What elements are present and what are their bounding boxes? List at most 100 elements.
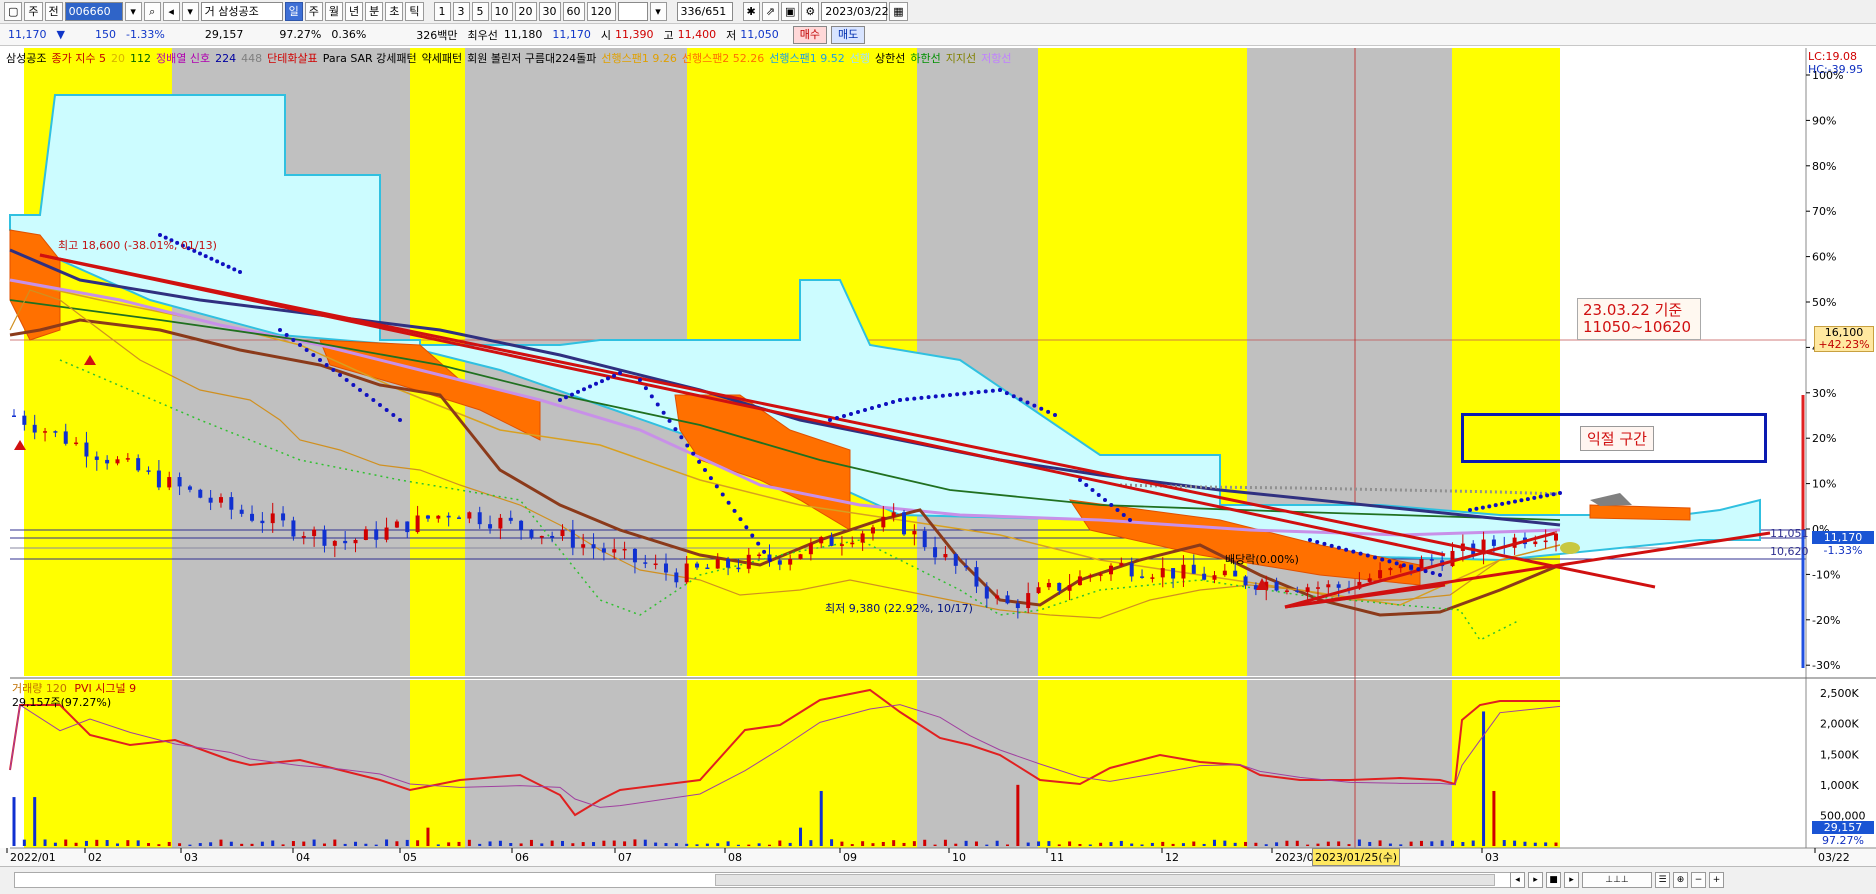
- vol-band: [917, 680, 1038, 848]
- scrollbar-thumb[interactable]: [715, 874, 1495, 886]
- candle-body: [1057, 582, 1062, 591]
- stop-icon[interactable]: ■: [1546, 872, 1561, 888]
- play-icon[interactable]: ▸: [1528, 872, 1543, 888]
- volume-bar: [64, 839, 68, 846]
- volume-bar: [1347, 844, 1351, 846]
- legend-item[interactable]: 저항선: [981, 52, 1011, 65]
- volume-bar: [519, 843, 523, 846]
- volume-bar: [53, 842, 57, 846]
- sar-dot: [877, 404, 881, 408]
- legend-item[interactable]: 단테화살표: [267, 52, 318, 65]
- volume-bar: [467, 839, 471, 846]
- sar-dot: [856, 410, 860, 414]
- volume-bar: [954, 843, 958, 846]
- legend-item[interactable]: 112: [130, 52, 151, 65]
- sar-dot: [726, 500, 731, 505]
- sar-dot: [364, 393, 369, 397]
- prev-icon[interactable]: ◂: [1510, 872, 1525, 888]
- sar-dot: [962, 391, 967, 396]
- volume-tag: 29,157 97.27%: [1812, 821, 1874, 847]
- volume-bar: [985, 844, 989, 846]
- legend-item[interactable]: 선행스팬1 9.52: [769, 52, 844, 65]
- volume-bar: [923, 839, 927, 846]
- x-tick-label: 03/22: [1818, 851, 1850, 864]
- volume-bar: [850, 844, 854, 846]
- candle-body: [312, 529, 317, 537]
- sar-dot: [983, 389, 988, 394]
- volume-bar: [478, 843, 482, 846]
- candle-body: [332, 540, 337, 546]
- sar-dot: [1032, 403, 1037, 408]
- profit-zone-label: 익절 구간: [1580, 426, 1654, 451]
- candle-body: [1315, 587, 1320, 589]
- legend-item[interactable]: 선행스팬2 52.26: [682, 52, 764, 65]
- candle-body: [384, 527, 389, 540]
- candle-body: [881, 516, 886, 528]
- legend-item[interactable]: 지지선: [946, 52, 976, 65]
- legend-item[interactable]: 상한선: [875, 52, 905, 65]
- volume-bar: [281, 844, 285, 846]
- candle-body: [1274, 581, 1279, 591]
- sar-dot: [643, 386, 648, 391]
- legend-item[interactable]: 회원 볼린저 구름대224돌파: [467, 52, 596, 65]
- legend-item[interactable]: 선행: [850, 52, 870, 65]
- legend-item[interactable]: 224: [215, 52, 236, 65]
- candle-body: [477, 512, 482, 525]
- sar-dot: [1430, 571, 1435, 576]
- volume-bar: [819, 790, 823, 846]
- zoom-in-icon[interactable]: +: [1709, 872, 1724, 888]
- volume-bar: [405, 839, 409, 846]
- zoom-slider-icon[interactable]: ⊥⊥⊥: [1582, 872, 1652, 888]
- sar-dot: [898, 398, 902, 402]
- volume-bar: [902, 842, 906, 846]
- volume-bar: [1430, 841, 1434, 846]
- legend-item[interactable]: 정배열 신호: [156, 52, 210, 65]
- vol-band: [687, 680, 917, 848]
- sar-dot: [1365, 553, 1370, 558]
- sar-dot: [1532, 495, 1537, 500]
- price-tag-current-pct: -1.33%: [1823, 544, 1863, 557]
- volume-bar: [1006, 844, 1010, 846]
- price-tag-current-value: 11,170: [1812, 531, 1874, 544]
- legend-item[interactable]: 하한선: [910, 52, 940, 65]
- volume-bar: [1275, 842, 1279, 846]
- sar-dot: [1128, 518, 1132, 522]
- legend-item[interactable]: 삼성공조: [6, 52, 46, 65]
- candle-body: [394, 521, 399, 528]
- zoom-out-icon[interactable]: −: [1691, 872, 1706, 888]
- sar-dot: [685, 443, 690, 448]
- sar-dot: [1103, 498, 1107, 502]
- legend-item[interactable]: 선행스팬1 9.26: [601, 52, 676, 65]
- legend-item[interactable]: Para SAR 강세패턴: [323, 52, 417, 65]
- candle-body: [270, 513, 275, 524]
- sar-dot: [612, 373, 616, 378]
- volume-bar: [105, 840, 109, 846]
- sar-dot: [1011, 394, 1016, 399]
- volume-bar: [592, 842, 596, 846]
- price-level-a: 11,051: [1770, 527, 1809, 540]
- volume-bar: [1440, 840, 1444, 846]
- legend-item[interactable]: 종가 지수 5: [51, 52, 105, 65]
- sar-dot: [558, 398, 562, 402]
- volume-bar: [1233, 842, 1237, 846]
- sar-dot: [1084, 483, 1089, 487]
- volume-bar: [974, 841, 978, 846]
- x-tick-label: 07: [618, 851, 632, 864]
- legend-item[interactable]: 20: [111, 52, 125, 65]
- sar-dot: [1500, 501, 1505, 506]
- volume-bar: [1554, 842, 1558, 846]
- crosshair-icon[interactable]: ⊕: [1673, 872, 1688, 888]
- next-icon[interactable]: ▸: [1564, 872, 1579, 888]
- horizontal-scrollbar[interactable]: [14, 872, 1514, 888]
- band-gray: [1560, 48, 1806, 676]
- hand-icon[interactable]: ☰: [1655, 872, 1670, 888]
- legend-item[interactable]: 약세패턴: [422, 52, 462, 65]
- x-tick-label: 03: [184, 851, 198, 864]
- x-tick-label: 04: [296, 851, 310, 864]
- sar-dot: [905, 397, 910, 402]
- legend-item[interactable]: 448: [241, 52, 262, 65]
- candle-body: [788, 559, 793, 565]
- volume-bar: [1244, 841, 1248, 846]
- sar-dot: [1308, 538, 1312, 542]
- candle-body: [839, 544, 844, 546]
